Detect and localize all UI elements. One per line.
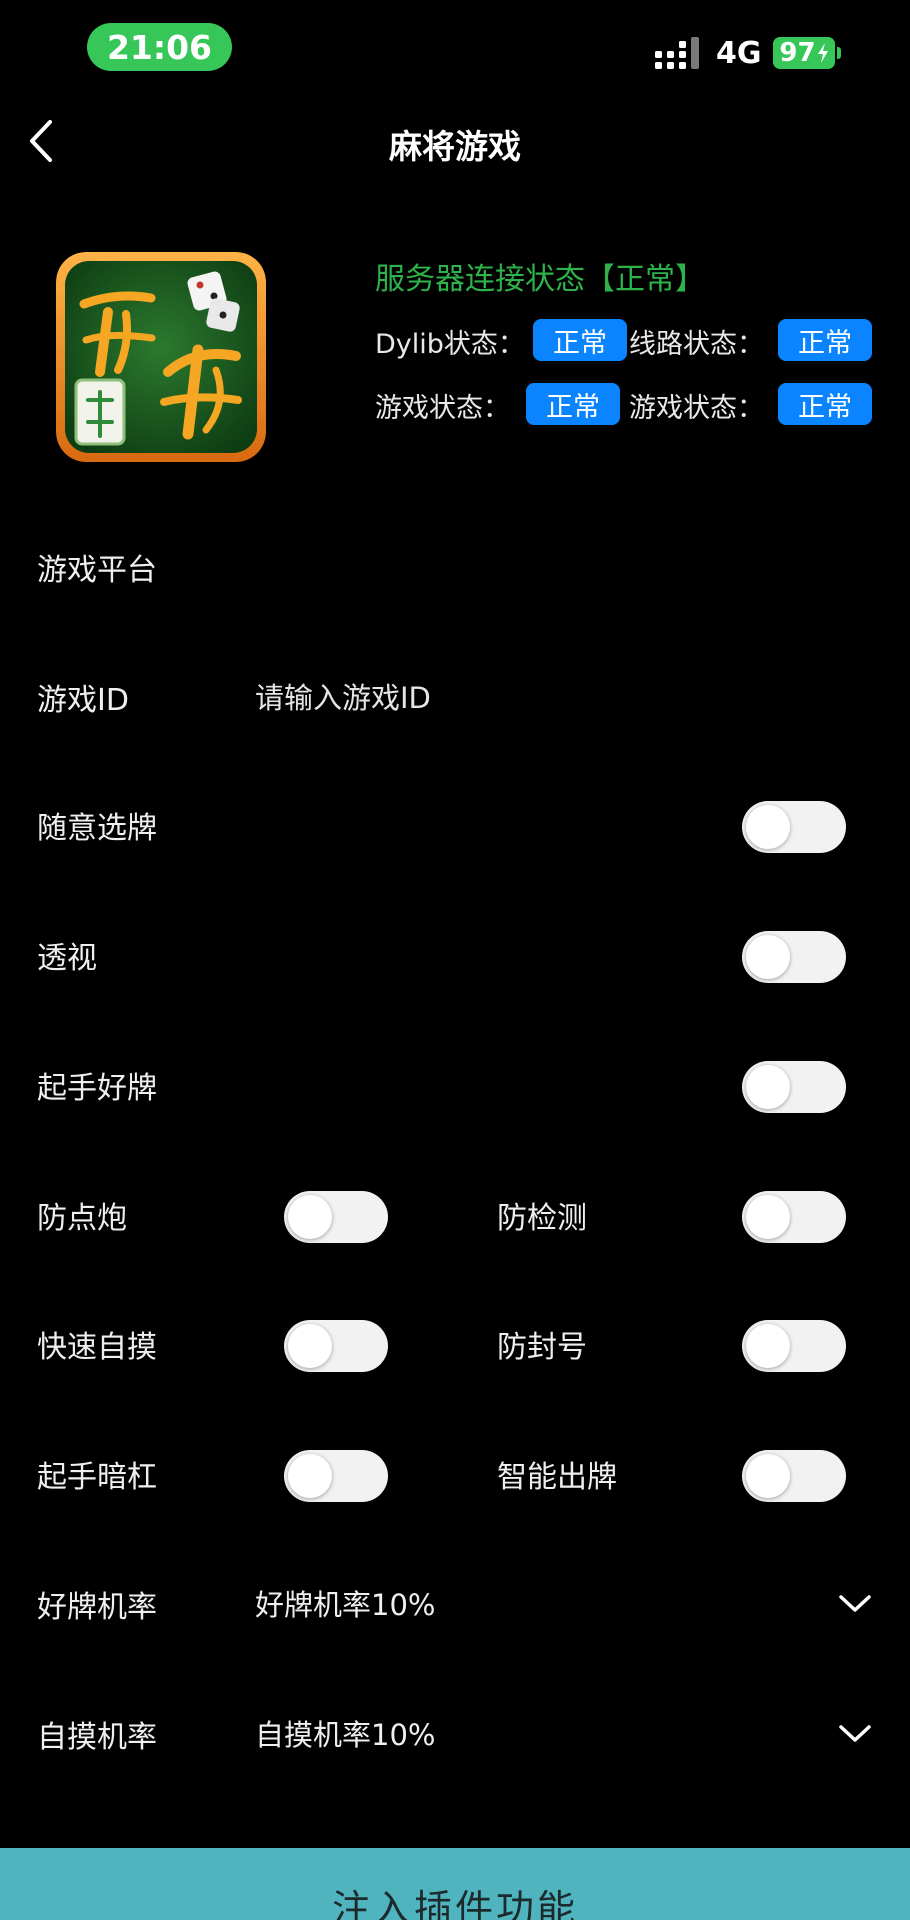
game-id-label: 游戏ID xyxy=(37,683,129,718)
toggle-knob xyxy=(746,1195,790,1239)
line-status-label: 线路状态： xyxy=(629,329,764,360)
game-id-input[interactable]: 请输入游戏ID xyxy=(255,675,431,717)
game-status-label-2: 游戏状态： xyxy=(629,393,764,424)
chevron-down-icon[interactable] xyxy=(838,1594,872,1614)
self-draw-rate-select[interactable]: 自摸机率10% xyxy=(255,1712,435,1754)
toggle-knob xyxy=(288,1195,332,1239)
inject-plugin-button[interactable]: 注入插件功能 xyxy=(0,1848,910,1920)
random-pick-toggle[interactable] xyxy=(742,801,846,853)
battery-icon: 97 xyxy=(773,37,835,69)
game-status-label: 游戏状态： xyxy=(375,393,510,424)
battery-nub xyxy=(837,47,841,59)
start-concealed-kong-toggle[interactable] xyxy=(284,1450,388,1502)
line-status-badge: 正常 xyxy=(778,319,872,361)
mahjong-logo-icon xyxy=(56,252,266,462)
game-status-badge-2: 正常 xyxy=(778,383,872,425)
good-tile-rate-select[interactable]: 好牌机率10% xyxy=(255,1582,435,1624)
chevron-down-icon[interactable] xyxy=(838,1724,872,1744)
see-through-toggle[interactable] xyxy=(742,931,846,983)
server-status: 服务器连接状态【正常】 xyxy=(375,262,705,297)
see-through-label: 透视 xyxy=(37,941,97,976)
toggle-knob xyxy=(746,935,790,979)
anti-ban-toggle[interactable] xyxy=(742,1320,846,1372)
anti-ban-label: 防封号 xyxy=(497,1330,587,1365)
good-start-toggle[interactable] xyxy=(742,1061,846,1113)
inject-plugin-label: 注入插件功能 xyxy=(331,1887,578,1920)
dylib-status-badge: 正常 xyxy=(533,319,627,361)
smart-play-label: 智能出牌 xyxy=(497,1460,617,1495)
start-concealed-kong-label: 起手暗杠 xyxy=(37,1460,157,1495)
charging-bolt-icon xyxy=(817,43,828,63)
good-tile-rate-label: 好牌机率 xyxy=(37,1590,157,1625)
anti-detect-label: 防检测 xyxy=(497,1201,587,1236)
smart-play-toggle[interactable] xyxy=(742,1450,846,1502)
good-start-label: 起手好牌 xyxy=(37,1071,157,1106)
random-pick-label: 随意选牌 xyxy=(37,811,157,846)
status-time: 21:06 xyxy=(87,23,232,71)
toggle-knob xyxy=(288,1454,332,1498)
network-type: 4G xyxy=(716,36,762,71)
platform-label[interactable]: 游戏平台 xyxy=(37,545,157,589)
quick-self-draw-label: 快速自摸 xyxy=(37,1330,157,1365)
page-title: 麻将游戏 xyxy=(389,127,521,166)
anti-detect-toggle[interactable] xyxy=(742,1191,846,1243)
self-draw-rate-label: 自摸机率 xyxy=(37,1720,157,1755)
toggle-knob xyxy=(746,805,790,849)
anti-discard-label: 防点炮 xyxy=(37,1201,127,1236)
dylib-status-label: Dylib状态： xyxy=(375,329,525,360)
toggle-knob xyxy=(288,1324,332,1368)
toggle-knob xyxy=(746,1065,790,1109)
anti-discard-toggle[interactable] xyxy=(284,1191,388,1243)
toggle-knob xyxy=(746,1454,790,1498)
quick-self-draw-toggle[interactable] xyxy=(284,1320,388,1372)
signal-icon xyxy=(655,37,699,69)
toggle-knob xyxy=(746,1324,790,1368)
battery-level: 97 xyxy=(779,38,816,68)
game-status-badge: 正常 xyxy=(526,383,620,425)
